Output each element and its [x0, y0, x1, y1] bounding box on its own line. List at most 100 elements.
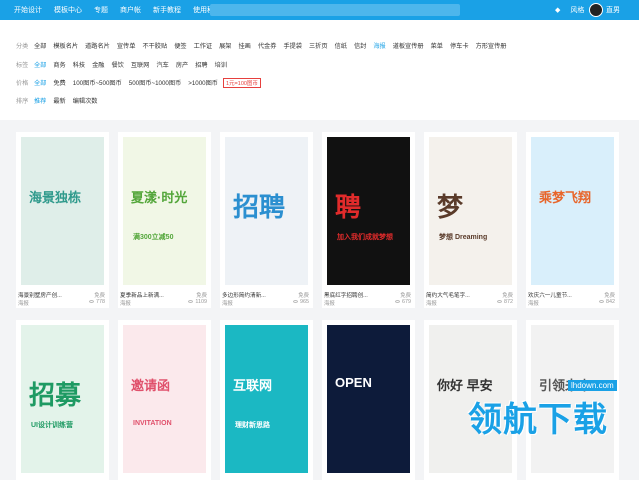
filter-tags-option[interactable]: 科技 [73, 60, 85, 69]
filter-price-option[interactable]: >1000图币 [188, 78, 218, 88]
filter-tags-option[interactable]: 房产 [176, 60, 188, 69]
poster-headline: 乘梦飞翔 [539, 190, 592, 205]
filter-tags-option[interactable]: 餐饮 [112, 60, 124, 69]
template-card[interactable]: 聘加入我们成就梦想 黑底红字招聘创... 免费 海报 679 [322, 132, 415, 308]
nav-topics[interactable]: 专题 [94, 5, 108, 15]
filter-category-option[interactable]: 方形宣传册 [476, 41, 507, 50]
style-link[interactable]: 风格 [570, 5, 584, 15]
filter-sort-option[interactable]: 最新 [53, 96, 65, 105]
poster-headline: OPEN [335, 375, 372, 390]
template-thumbnail[interactable]: 招聘 [225, 137, 308, 285]
template-card[interactable]: 梦梦想 Dreaming 简约大气毛笔字... 免费 海报 872 [424, 132, 517, 308]
template-card[interactable]: 招聘 多边形简约清新... 免费 海报 965 [220, 132, 313, 308]
nav-tutorial[interactable]: 新手教程 [153, 5, 181, 15]
filter-tags-option[interactable]: 商务 [53, 60, 65, 69]
filter-category-option[interactable]: 停车卡 [450, 41, 469, 50]
search-input[interactable] [210, 4, 460, 16]
template-card[interactable]: 夏漾·时光 满300立减50 夏季新品上新满... 免费 海报 1109 [118, 132, 211, 308]
poster-subline: 加入我们成就梦想 [337, 234, 393, 241]
view-count-value: 842 [606, 299, 615, 305]
view-count-value: 1109 [195, 299, 207, 305]
filter-category-option[interactable]: 道板宣传册 [393, 41, 424, 50]
filter-category-option[interactable]: 代金券 [258, 41, 277, 50]
filter-category-option[interactable]: 道路名片 [85, 41, 110, 50]
filter-tags-option[interactable]: 互联网 [131, 60, 150, 69]
category-tag: 海报 [120, 301, 131, 307]
filter-category-option[interactable]: 模板名片 [53, 41, 78, 50]
style-icon[interactable]: ◆ [555, 6, 560, 14]
view-count-value: 778 [96, 299, 105, 305]
template-title[interactable]: 海景别墅房产创... [18, 291, 62, 299]
category-tag: 海报 [324, 301, 335, 307]
filter-sort-option[interactable]: 编辑次数 [73, 96, 98, 105]
filter-category-option[interactable]: 信纸 [335, 41, 347, 50]
filter-tags-option[interactable]: 汽车 [156, 60, 168, 69]
user-name[interactable]: 直男 [606, 5, 620, 15]
template-card[interactable]: 邀请函 INVITATION [118, 320, 211, 480]
filter-row-category: 分类 全部 模板名片 道路名片 宣传单 不干胶贴 便签 工作证 展架 挂画 代金券 手提袋 三折页 信纸信… [16, 41, 514, 50]
nav-merchant[interactable]: 商户帐 [120, 5, 141, 15]
filter-price-option[interactable]: 100图币~500图币 [73, 78, 122, 88]
template-title[interactable]: 夏季新品上新满... [120, 291, 164, 299]
filter-category-option[interactable]: 不干胶贴 [142, 41, 167, 50]
filter-category-option[interactable]: 展架 [219, 41, 231, 50]
template-card[interactable]: 海景独栋海景别墅房产创... 免费海报 778 [16, 132, 109, 308]
poster-headline: 聘 [335, 192, 362, 222]
template-thumbnail[interactable]: 乘梦飞翔 [531, 137, 614, 285]
filter-category-option[interactable]: 三折页 [309, 41, 328, 50]
eye-icon [497, 300, 502, 304]
filter-price-option[interactable]: 全部 [34, 78, 46, 88]
filter-category-option[interactable]: 信封 [354, 41, 366, 50]
template-thumbnail[interactable]: 梦梦想 Dreaming [429, 137, 512, 285]
filter-row-sort: 排序 推荐 最新 编辑次数 [16, 96, 105, 105]
poster-headline: 邀请函 [131, 378, 171, 393]
fee-tag: 免费 [94, 293, 105, 299]
nav-template-center[interactable]: 模板中心 [54, 5, 82, 15]
template-card[interactable]: 乘梦飞翔 欢庆六一儿童节... 免费 海报 842 [526, 132, 619, 308]
template-thumbnail[interactable]: 招募 UI设计训练营 [21, 325, 104, 473]
filter-tags-option[interactable]: 培训 [215, 60, 227, 69]
category-tag: 海报 [426, 301, 437, 307]
template-thumbnail[interactable]: 聘加入我们成就梦想 [327, 137, 410, 285]
filter-tags-option[interactable]: 全部 [34, 60, 46, 69]
template-title[interactable]: 欢庆六一儿童节... [528, 291, 572, 299]
category-tag: 海报 [18, 301, 29, 307]
template-thumbnail[interactable]: OPEN [327, 325, 410, 473]
template-card[interactable]: 互联网 理财新思路 [220, 320, 313, 480]
filter-tags-option[interactable]: 金融 [92, 60, 104, 69]
fee-tag: 免费 [298, 293, 309, 299]
poster-headline: 梦 [437, 192, 464, 222]
filter-price-option[interactable]: 免费 [53, 78, 65, 88]
nav-start-design[interactable]: 开始设计 [14, 5, 42, 15]
template-title[interactable]: 黑底红字招聘创... [324, 291, 368, 299]
template-title[interactable]: 简约大气毛笔字... [426, 291, 470, 299]
filter-sort-option[interactable]: 推荐 [34, 96, 46, 105]
filter-category-option[interactable]: 手提袋 [283, 41, 302, 50]
filter-category-option[interactable]: 挂画 [239, 41, 251, 50]
template-card[interactable]: OPEN [322, 320, 415, 480]
template-title[interactable]: 多边形简约清新... [222, 291, 266, 299]
poster-headline: 海景独栋 [29, 190, 82, 205]
template-thumbnail[interactable]: 夏漾·时光 满300立减50 [123, 137, 206, 285]
filter-category-option[interactable]: 菜单 [431, 41, 443, 50]
poster-subline: 理财新思路 [235, 422, 270, 429]
filter-tags-option[interactable]: 招聘 [195, 60, 207, 69]
filter-price-option[interactable]: 500图币~1000图币 [129, 78, 181, 88]
watermark: lhdown.com 领航下载 [468, 380, 639, 439]
template-card[interactable]: 招募 UI设计训练营 [16, 320, 109, 480]
filter-category-option[interactable]: 全部 [34, 41, 46, 50]
template-thumbnail[interactable]: 邀请函 INVITATION [123, 325, 206, 473]
template-thumbnail[interactable]: 互联网 理财新思路 [225, 325, 308, 473]
filter-category-option[interactable]: 工作证 [194, 41, 213, 50]
watermark-text: 领航下载 [468, 401, 608, 439]
filter-category-option[interactable]: 海报 [373, 41, 385, 50]
poster-headline: 招募 [29, 380, 82, 410]
filter-category-option[interactable]: 宣传单 [117, 41, 136, 50]
filter-category-option[interactable]: 便签 [174, 41, 186, 50]
fee-tag: 免费 [502, 293, 513, 299]
fee-tag: 免费 [604, 293, 615, 299]
template-thumbnail[interactable]: 海景独栋 [21, 137, 104, 285]
poster-subline: INVITATION [133, 420, 172, 427]
filter-label-category: 分类 [16, 43, 29, 50]
avatar[interactable] [589, 3, 603, 17]
